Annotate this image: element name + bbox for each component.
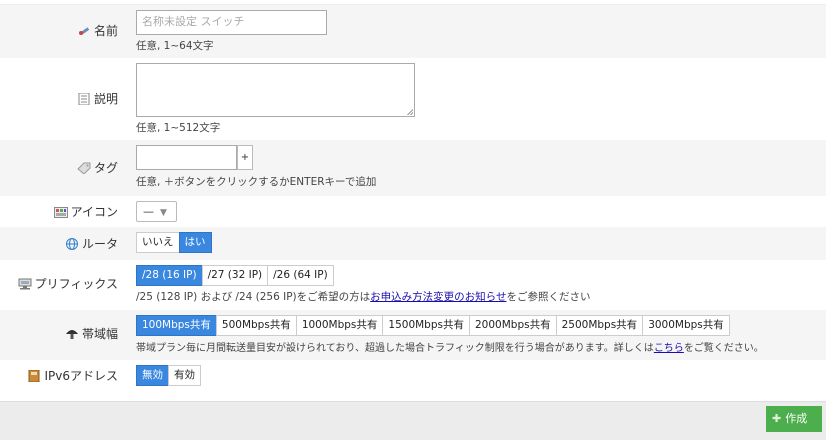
bandwidth-2000-button[interactable]: 2000Mbps共有 xyxy=(469,315,557,336)
ipv6-label: IPv6アドレス xyxy=(0,367,118,384)
tags-label: タグ xyxy=(0,159,118,176)
bandwidth-1000-button[interactable]: 1000Mbps共有 xyxy=(295,315,384,336)
network-icon xyxy=(18,278,32,290)
prefix-help-link[interactable]: お申込み方法変更のお知らせ xyxy=(370,291,506,303)
description-textarea[interactable] xyxy=(136,63,415,117)
chevron-down-icon: ▼ xyxy=(160,208,167,218)
router-no-button[interactable]: いいえ xyxy=(136,232,180,253)
prefix-label: プリフィックス xyxy=(0,275,118,292)
name-label: 名前 xyxy=(0,22,118,39)
router-row: ルータ いいえ はい xyxy=(0,227,826,260)
document-icon xyxy=(77,93,91,105)
prefix-options: /28 (16 IP) /27 (32 IP) /26 (64 IP) xyxy=(136,265,334,286)
pencil-icon xyxy=(77,25,91,37)
form-footer xyxy=(0,401,826,440)
bandwidth-options: 100Mbps共有 500Mbps共有 1000Mbps共有 1500Mbps共… xyxy=(136,315,730,336)
bandwidth-row: 帯域幅 100Mbps共有 500Mbps共有 1000Mbps共有 1500M… xyxy=(0,310,826,360)
prefix-help: /25 (128 IP) および /24 (256 IP)をご希望の方はお申込み… xyxy=(136,289,590,304)
ipv6-enabled-button[interactable]: 有効 xyxy=(168,365,201,386)
prefix-row: プリフィックス /28 (16 IP) /27 (32 IP) /26 (64 … xyxy=(0,260,826,310)
create-button[interactable]: ✚ 作成 xyxy=(766,406,822,432)
add-tag-button[interactable]: + xyxy=(237,145,253,170)
bandwidth-label: 帯域幅 xyxy=(0,325,118,342)
ipv6-toggle: 無効 有効 xyxy=(136,365,201,386)
description-row: 説明 任意, 1~512文字 xyxy=(0,58,826,140)
icon-select[interactable]: — ▼ xyxy=(136,201,177,222)
bandwidth-help: 帯域プラン毎に月間転送量目安が設けられており、超過した場合トラフィック制限を行う… xyxy=(136,339,764,354)
prefix-help-suffix: をご参照ください xyxy=(506,291,591,303)
tags-row: タグ + 任意, ＋ボタンをクリックするかENTERキーで追加 xyxy=(0,140,826,196)
bandwidth-3000-button[interactable]: 3000Mbps共有 xyxy=(642,315,730,336)
ipv6-disabled-button[interactable]: 無効 xyxy=(136,365,169,386)
router-label: ルータ xyxy=(0,235,118,252)
icon-row: アイコン — ▼ xyxy=(0,196,826,227)
icon-select-value: — xyxy=(143,205,154,218)
bandwidth-help-suffix: をご覧ください。 xyxy=(683,343,764,354)
bandwidth-500-button[interactable]: 500Mbps共有 xyxy=(215,315,297,336)
name-placeholder: 名称未設定 スイッチ xyxy=(142,15,245,28)
resize-handle[interactable] xyxy=(407,109,413,115)
book-icon xyxy=(27,370,41,382)
prefix-28-button[interactable]: /28 (16 IP) xyxy=(136,265,203,286)
bandwidth-2500-button[interactable]: 2500Mbps共有 xyxy=(555,315,644,336)
globe-icon xyxy=(65,238,79,250)
prefix-27-button[interactable]: /27 (32 IP) xyxy=(201,265,269,286)
icon-label: アイコン xyxy=(0,203,118,220)
name-help: 任意, 1~64文字 xyxy=(136,40,214,52)
description-label: 説明 xyxy=(0,90,118,107)
mushroom-icon xyxy=(65,328,79,340)
prefix-26-button[interactable]: /26 (64 IP) xyxy=(267,265,334,286)
tag-icon xyxy=(77,162,91,174)
tags-help: 任意, ＋ボタンをクリックするかENTERキーで追加 xyxy=(136,176,377,188)
tag-input[interactable] xyxy=(136,145,237,170)
image-icon xyxy=(53,206,68,218)
bandwidth-help-link[interactable]: こちら xyxy=(654,343,684,354)
create-label: 作成 xyxy=(785,412,808,425)
plus-icon: ✚ xyxy=(772,412,782,425)
prefix-help-text: /25 (128 IP) および /24 (256 IP)をご希望の方は xyxy=(136,291,371,303)
bandwidth-1500-button[interactable]: 1500Mbps共有 xyxy=(382,315,470,336)
description-help: 任意, 1~512文字 xyxy=(136,122,221,134)
bandwidth-help-text: 帯域プラン毎に月間転送量目安が設けられており、超過した場合トラフィック制限を行う… xyxy=(136,343,654,354)
name-input[interactable]: 名称未設定 スイッチ xyxy=(136,10,327,35)
router-toggle: いいえ はい xyxy=(136,232,212,253)
name-row: 名前 名称未設定 スイッチ 任意, 1~64文字 xyxy=(0,5,826,58)
router-yes-button[interactable]: はい xyxy=(178,232,212,253)
ipv6-row: IPv6アドレス 無効 有効 xyxy=(0,360,826,401)
bandwidth-100-button[interactable]: 100Mbps共有 xyxy=(136,315,217,336)
